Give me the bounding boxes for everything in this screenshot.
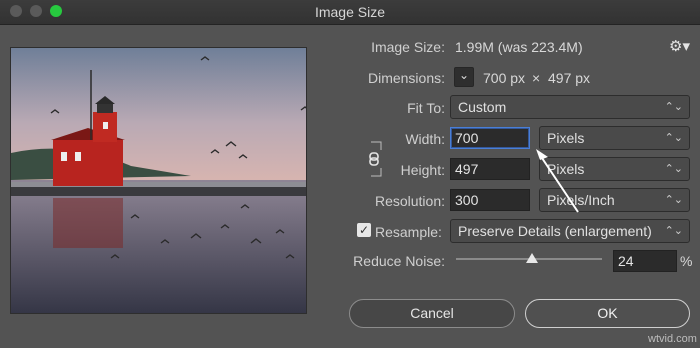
dimensions-label: Dimensions: [367, 70, 445, 86]
resolution-unit-value: Pixels/Inch [547, 192, 615, 208]
watermark: wtvid.com [648, 333, 697, 345]
resolution-label: Resolution: [374, 193, 445, 209]
resample-checkbox[interactable]: ✓ [357, 223, 371, 237]
dimensions-unit-dropdown[interactable]: ⌄ [454, 67, 474, 87]
width-input[interactable]: 700 [450, 127, 530, 149]
height-label: Height: [400, 162, 445, 178]
fit-to-label: Fit To: [407, 100, 445, 116]
height-input[interactable]: 497 [450, 158, 530, 180]
width-label: Width: [405, 131, 445, 147]
fit-to-select[interactable]: Custom ⌃⌄ [450, 95, 690, 119]
reduce-noise-unit: % [680, 253, 693, 269]
chevron-updown-icon: ⌃⌄ [664, 225, 683, 237]
lighthouse-photo [11, 48, 306, 313]
width-unit-value: Pixels [547, 130, 585, 146]
chevron-updown-icon: ⌃⌄ [664, 101, 683, 113]
resample-method-select[interactable]: Preserve Details (enlargement) ⌃⌄ [450, 219, 690, 243]
chevron-updown-icon: ⌃⌄ [664, 132, 683, 144]
image-size-label: Image Size: [371, 39, 445, 55]
chevron-updown-icon: ⌃⌄ [664, 194, 683, 206]
dimensions-height: 497 px [548, 70, 591, 86]
image-preview[interactable] [10, 47, 307, 314]
chevron-updown-icon: ⌃⌄ [664, 163, 683, 175]
checkmark-icon: ✓ [358, 223, 370, 237]
image-size-value: 1.99M (was 223.4M) [455, 39, 583, 55]
image-size-dialog: Image Size ⚙▾ Image Size: 1.99M (was 223… [0, 0, 700, 348]
window-title: Image Size [314, 4, 386, 20]
dimensions-width: 700 px [483, 70, 526, 86]
reduce-noise-input[interactable]: 24 [613, 250, 677, 272]
height-unit-select[interactable]: Pixels ⌃⌄ [539, 157, 690, 181]
cancel-button[interactable]: Cancel [349, 299, 515, 328]
gear-icon[interactable]: ⚙▾ [669, 37, 690, 55]
chevron-down-icon: ⌄ [459, 68, 470, 82]
height-unit-value: Pixels [547, 161, 585, 177]
reduce-noise-label: Reduce Noise: [353, 253, 445, 269]
ok-button[interactable]: OK [525, 299, 690, 328]
resample-method-value: Preserve Details (enlargement) [458, 223, 652, 239]
width-unit-select[interactable]: Pixels ⌃⌄ [539, 126, 690, 150]
resample-label: Resample: [375, 224, 442, 240]
fit-to-value: Custom [458, 99, 507, 115]
dimensions-separator: × [532, 70, 541, 86]
resolution-input[interactable]: 300 [450, 189, 530, 211]
resolution-unit-select[interactable]: Pixels/Inch ⌃⌄ [539, 188, 690, 212]
title-bar: Image Size [0, 0, 700, 25]
reduce-noise-slider-thumb[interactable] [526, 253, 538, 263]
